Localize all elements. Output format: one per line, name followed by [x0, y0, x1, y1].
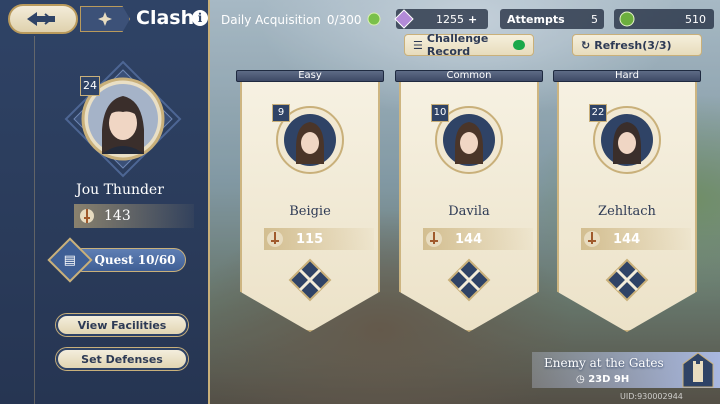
menu-button[interactable]	[80, 6, 130, 32]
event-duration: ◷ 23D 9H	[576, 374, 630, 385]
green-orb-icon	[619, 11, 635, 27]
opponent-power-value: 144	[455, 231, 483, 247]
left-panel: Clash i 24 Jou Thunder 143 Quest 10/60 ▤…	[0, 0, 210, 404]
set-defenses-button[interactable]: Set Defenses	[56, 348, 188, 370]
attempts-counter: Attempts 5	[500, 9, 604, 29]
opponent-power: 115	[264, 228, 374, 250]
sword-power-icon	[426, 231, 442, 247]
opponent-card-common[interactable]: Common 10 Davila 144	[395, 70, 543, 332]
gem-value: 1255	[436, 12, 464, 26]
page-title: Clash	[136, 7, 195, 29]
uid-label: UID:930002944	[620, 392, 683, 401]
list-icon: ☰	[413, 38, 423, 52]
opponent-level: 22	[589, 104, 607, 122]
opponent-power-value: 115	[296, 231, 324, 247]
gem-counter: 1255 +	[394, 9, 488, 29]
opponent-name: Davila	[448, 204, 490, 219]
toggle-switch[interactable]	[513, 40, 525, 50]
challenge-record-button[interactable]: ☰ Challenge Record	[404, 32, 534, 58]
opponent-level: 9	[272, 104, 290, 122]
opponent-level: 10	[431, 104, 449, 122]
daily-count: 0/300	[326, 13, 362, 27]
refresh-button[interactable]: ↻ Refresh(3/3)	[572, 34, 702, 56]
chest-icon: ▤	[47, 237, 93, 283]
player-name: Jou Thunder	[76, 182, 164, 198]
quest-button[interactable]: Quest 10/60 ▤	[47, 237, 186, 283]
crossed-swords-icon[interactable]	[447, 258, 491, 302]
opponent-card-easy[interactable]: Easy 9 Beigie 115	[236, 70, 384, 332]
tower-icon	[682, 352, 714, 388]
daily-acquisition: Daily Acquisition 0/300	[221, 12, 381, 27]
view-facilities-button[interactable]: View Facilities	[56, 314, 188, 336]
crystal-icon	[394, 9, 414, 29]
back-button[interactable]	[8, 4, 78, 34]
menu-grid-icon	[98, 12, 112, 26]
green-gem-icon	[367, 12, 381, 26]
opponent-power-value: 144	[613, 231, 641, 247]
event-title: Enemy at the Gates	[544, 356, 664, 370]
clock-icon: ◷	[576, 374, 585, 385]
opponent-name: Beigie	[289, 204, 331, 219]
daily-label: Daily Acquisition	[221, 13, 321, 27]
difficulty-label: Hard	[615, 70, 639, 81]
player-level-badge: 24	[80, 76, 100, 96]
opponent-card-hard[interactable]: Hard 22 Zehltach 144	[553, 70, 701, 332]
sword-power-icon	[80, 209, 94, 223]
difficulty-label: Common	[446, 70, 492, 81]
opponent-power: 144	[423, 228, 533, 250]
attempts-value: 5	[591, 12, 598, 26]
coin-value: 510	[685, 12, 706, 26]
crossed-swords-icon[interactable]	[288, 258, 332, 302]
opponent-name: Zehltach	[598, 204, 656, 219]
challenge-record-label: Challenge Record	[426, 32, 489, 58]
refresh-icon: ↻	[581, 38, 591, 52]
opponent-power: 144	[581, 228, 691, 250]
player-power-value: 143	[104, 208, 131, 224]
add-icon[interactable]: +	[468, 13, 477, 26]
crossed-swords-icon[interactable]	[605, 258, 649, 302]
back-arrow-icon	[27, 12, 55, 26]
attempts-label: Attempts	[507, 12, 565, 26]
event-banner[interactable]: Enemy at the Gates ◷ 23D 9H	[532, 352, 720, 388]
coin-counter: 510	[614, 9, 714, 29]
sword-power-icon	[267, 231, 283, 247]
info-icon[interactable]: i	[192, 10, 208, 26]
sword-power-icon	[584, 231, 600, 247]
refresh-label: Refresh(3/3)	[594, 38, 672, 52]
player-power: 143	[74, 204, 194, 228]
difficulty-label: Easy	[298, 70, 322, 81]
